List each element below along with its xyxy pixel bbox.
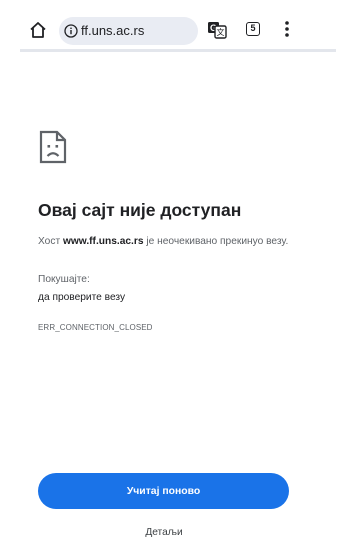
translate-button[interactable]: G 文 <box>207 21 227 39</box>
home-icon <box>30 22 46 38</box>
host-prefix: Хост <box>38 236 63 247</box>
host-suffix: је неочекивано прекинуо везу. <box>143 236 289 247</box>
suggestion-check-connection: да проверите везу <box>38 292 126 303</box>
translate-icon: G 文 <box>208 22 227 39</box>
error-description: Хост www.ff.uns.ac.rs је неочекивано пре… <box>38 233 294 251</box>
info-icon[interactable] <box>64 24 78 38</box>
tab-switcher-button[interactable]: 5 <box>246 22 260 36</box>
try-label: Покушајте: <box>38 274 90 285</box>
svg-text:文: 文 <box>217 27 225 37</box>
home-button[interactable] <box>28 20 48 40</box>
details-button[interactable]: Детаљи <box>128 527 200 538</box>
menu-button[interactable] <box>281 19 293 39</box>
error-code: ERR_CONNECTION_CLOSED <box>38 323 153 332</box>
error-title: Овај сајт није доступан <box>38 200 242 220</box>
host-name: www.ff.uns.ac.rs <box>62 236 144 247</box>
url-text: ff.uns.ac.rs <box>81 23 145 38</box>
error-page: ff.uns.ac.rs G 文 5 Овај сајт није доступ… <box>0 0 350 551</box>
reload-button[interactable]: Учитај поново <box>38 473 289 509</box>
browser-toolbar: ff.uns.ac.rs G 文 5 <box>0 0 350 52</box>
page-load-progress-bar <box>20 49 336 52</box>
more-vert-icon <box>285 21 289 37</box>
address-bar[interactable]: ff.uns.ac.rs <box>59 17 198 45</box>
sad-page-icon <box>39 130 67 164</box>
